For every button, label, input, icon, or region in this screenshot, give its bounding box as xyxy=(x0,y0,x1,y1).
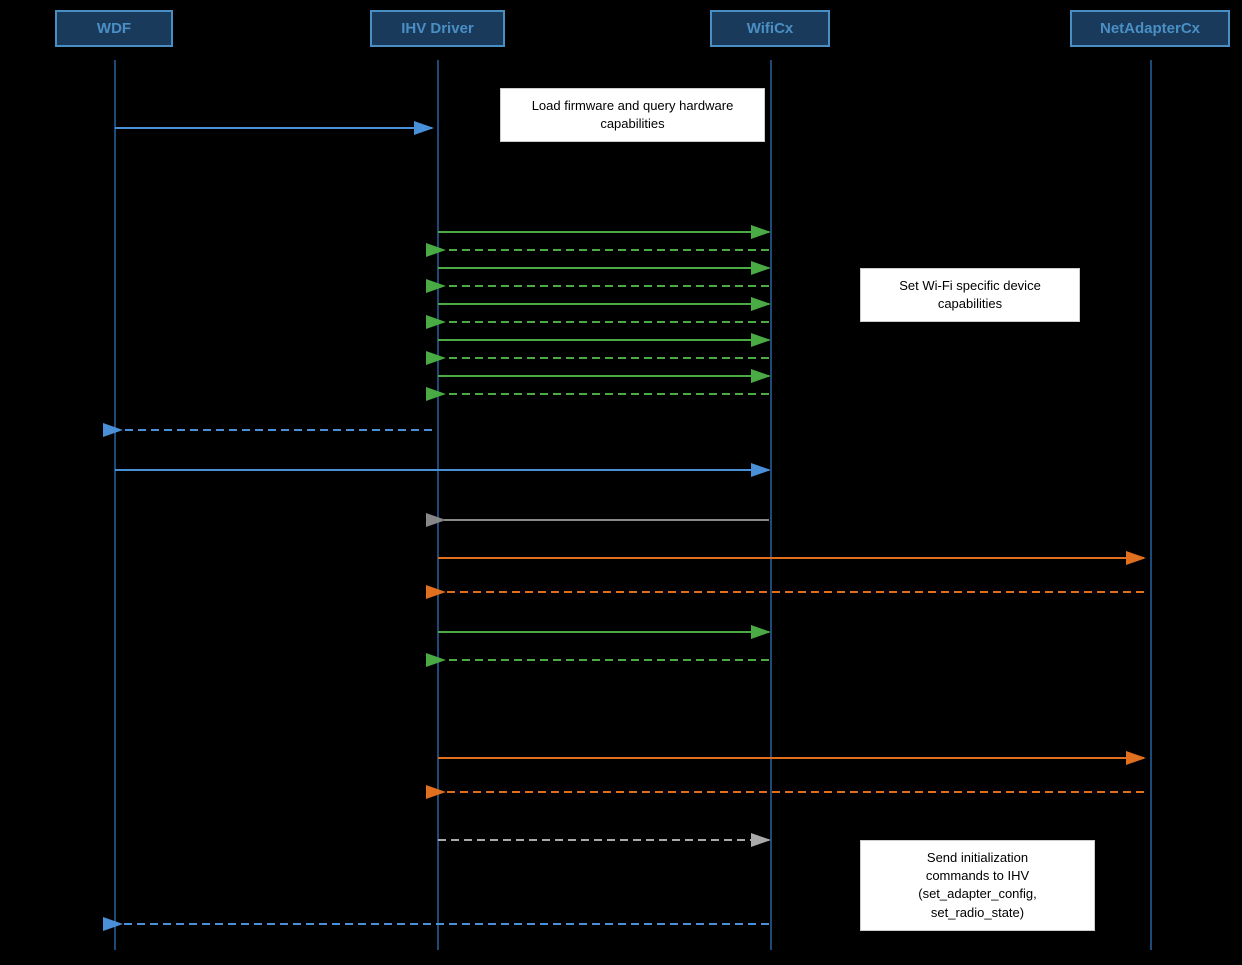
lifeline-line-wdf xyxy=(114,60,116,950)
lifeline-line-wificx xyxy=(770,60,772,950)
sequence-diagram: WDF IHV Driver WifiCx NetAdapterCx Load … xyxy=(0,0,1242,965)
lifeline-wificx: WifiCx xyxy=(710,10,830,47)
annotation-load-firmware: Load firmware and query hardware capabil… xyxy=(500,88,765,142)
annotation-init-commands: Send initializationcommands to IHV(set_a… xyxy=(860,840,1095,931)
lifeline-line-netadapter xyxy=(1150,60,1152,950)
lifeline-netadapter: NetAdapterCx xyxy=(1070,10,1230,47)
lifeline-ihv: IHV Driver xyxy=(370,10,505,47)
annotation-wifi-capabilities: Set Wi-Fi specific device capabilities xyxy=(860,268,1080,322)
lifeline-wdf: WDF xyxy=(55,10,173,47)
lifeline-line-ihv xyxy=(437,60,439,950)
